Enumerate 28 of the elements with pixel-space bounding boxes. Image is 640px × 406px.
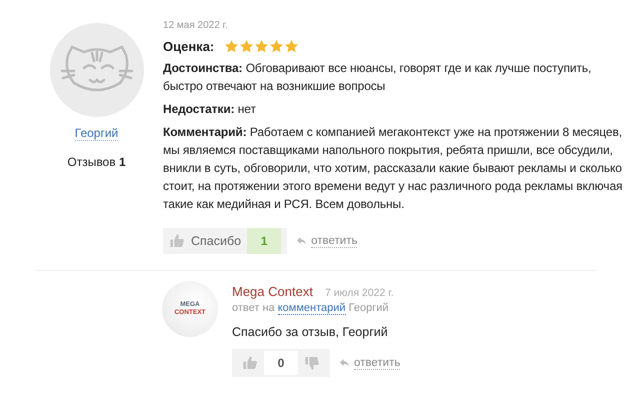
reply-link[interactable]: ответить <box>340 356 400 370</box>
reply-to-text: ответ на комментарий Георгий <box>232 302 390 314</box>
reply-author: Mega Context <box>232 284 313 299</box>
review-date: 12 мая 2022 г. <box>163 20 229 31</box>
review-count: Отзывов 1 <box>67 155 126 169</box>
review-paragraph: Недостатки: нет <box>163 101 257 118</box>
star-icon <box>224 39 240 54</box>
review-paragraph: Комментарий: Работаем с компанией мегаконтекст уже на протяжении 8 месяцев, мы являемся поставщиками напольного покрытия, ребята пришли, все обсудили, вникли в суть, обговорили, что хотим, рассказали какие бывают рекламы и сколько стоит, на протяжении этого времени ведут у нас различного рода рекламы включая такие как медийная и РСЯ. Всем довольны. <box>163 124 624 213</box>
thumbs-up-icon <box>242 355 258 371</box>
star-icon <box>239 39 254 54</box>
reply-link[interactable]: ответить <box>297 234 358 248</box>
thumbs-up-icon <box>169 233 185 249</box>
rating-label: Оценка: <box>163 39 214 54</box>
reply-text: Спасибо за отзыв, Георгий <box>232 325 389 339</box>
thumbs-down-icon <box>304 355 320 371</box>
reply-arrow-icon <box>340 359 349 367</box>
author-link[interactable]: Георгий <box>74 126 118 141</box>
star-icon <box>269 39 284 54</box>
vote-count: 0 <box>264 351 298 375</box>
thanks-count: 1 <box>247 228 282 254</box>
star-icon <box>254 39 270 54</box>
reply-date: 7 июля 2022 г. <box>324 287 394 299</box>
thanks-button[interactable]: Спасибо 1 <box>163 228 288 254</box>
reply-arrow-icon <box>297 237 306 245</box>
cat-avatar-icon <box>50 23 144 117</box>
comment-link[interactable]: комментарий <box>278 302 346 315</box>
review-paragraph: Достоинства: Обговаривают все нюансы, говорят где и как лучше поступить, быстро отвечают на возникшие вопросы <box>163 60 592 95</box>
star-icon <box>284 39 300 54</box>
